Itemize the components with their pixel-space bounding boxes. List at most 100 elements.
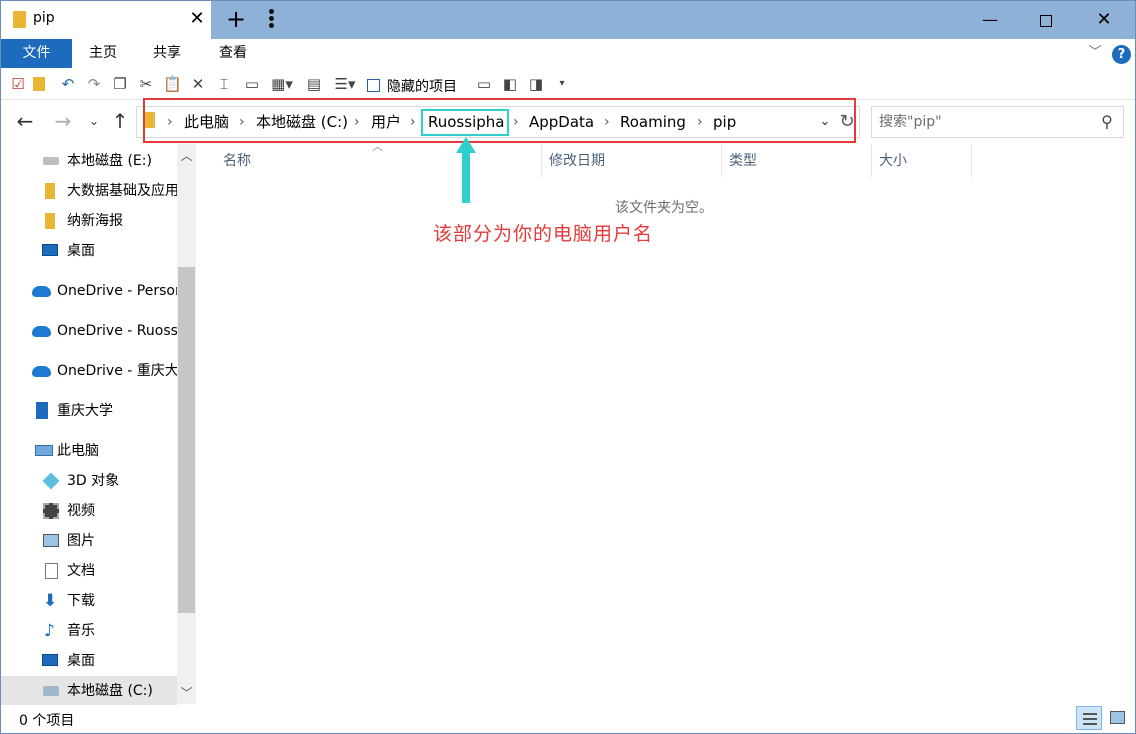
sidebar-item-downloads[interactable]: ⬇ 下载 bbox=[1, 586, 179, 616]
chevron-down-icon[interactable]: ﹀ bbox=[177, 683, 196, 703]
windows-drive-icon bbox=[43, 686, 59, 696]
large-icons-view-button[interactable] bbox=[1104, 706, 1130, 730]
cut-icon[interactable]: ✂ bbox=[137, 75, 155, 93]
group-by-icon[interactable]: ▤ bbox=[305, 75, 323, 93]
sidebar-item-label: 重庆大学 bbox=[57, 401, 113, 421]
forward-button[interactable]: → bbox=[51, 109, 75, 133]
sort-ascending-icon: ︿ bbox=[372, 138, 383, 154]
minimize-button[interactable]: — bbox=[967, 1, 1013, 39]
maximize-button[interactable] bbox=[1023, 1, 1069, 39]
sidebar-item-onedrive-ruossipha[interactable]: OneDrive - Ruossipha bbox=[1, 316, 179, 346]
navigation-pane-icon[interactable]: ◨ bbox=[527, 75, 545, 93]
select-all-icon[interactable]: ▭ bbox=[241, 75, 263, 93]
sidebar-item-label: 3D 对象 bbox=[67, 471, 119, 491]
folder-icon bbox=[13, 11, 26, 28]
details-view-icon-line bbox=[1083, 723, 1097, 725]
up-button[interactable]: ↑ bbox=[109, 109, 131, 133]
sidebar-item-label: 桌面 bbox=[67, 651, 95, 671]
onedrive-icon bbox=[32, 286, 51, 297]
tab-home[interactable]: 主页 bbox=[89, 39, 117, 68]
column-divider[interactable] bbox=[971, 144, 972, 177]
sidebar-item-big-data[interactable]: 大数据基础及应用 bbox=[1, 176, 179, 206]
sidebar-item-label: 大数据基础及应用 bbox=[67, 181, 179, 201]
tab-share[interactable]: 共享 bbox=[153, 39, 181, 68]
desktop-icon bbox=[42, 654, 58, 666]
chevron-down-icon[interactable]: ﹀ bbox=[1087, 45, 1103, 61]
onedrive-icon bbox=[32, 366, 51, 377]
back-button[interactable]: ← bbox=[13, 109, 37, 133]
sidebar-item-desktop[interactable]: 桌面 bbox=[1, 236, 179, 266]
sidebar-item-label: 下载 bbox=[67, 591, 95, 611]
undo-icon[interactable]: ↶ bbox=[59, 75, 77, 93]
annotation-arrow bbox=[462, 151, 470, 203]
sidebar-item-desktop-2[interactable]: 桌面 bbox=[1, 646, 179, 676]
sidebar-item-videos[interactable]: 视频 bbox=[1, 496, 179, 526]
sidebar-item-posters[interactable]: 纳新海报 bbox=[1, 206, 179, 236]
column-header-type[interactable]: 类型 bbox=[729, 151, 757, 171]
new-tab-button[interactable]: + bbox=[223, 6, 249, 32]
item-count: 0 个项目 bbox=[19, 710, 74, 730]
sidebar-item-3d-objects[interactable]: 3D 对象 bbox=[1, 466, 179, 496]
sidebar-item-label: 文档 bbox=[67, 561, 95, 581]
maximize-icon bbox=[1040, 15, 1052, 27]
sidebar-item-local-disk-e[interactable]: 本地磁盘 (E:) bbox=[1, 146, 179, 176]
hidden-items-checkbox[interactable] bbox=[367, 79, 380, 92]
folder-icon bbox=[45, 183, 55, 199]
close-tab-button[interactable]: ✕ bbox=[185, 7, 209, 31]
onedrive-icon bbox=[32, 326, 51, 337]
layout-icon[interactable]: ▦▾ bbox=[269, 75, 295, 93]
sidebar-item-cqu[interactable]: 重庆大学 bbox=[1, 396, 179, 426]
cube-icon bbox=[43, 473, 60, 490]
customize-toolbar-icon[interactable]: ▾ bbox=[553, 75, 571, 93]
picture-icon bbox=[43, 534, 59, 547]
rename-icon[interactable]: ⌶ bbox=[215, 75, 233, 93]
column-divider[interactable] bbox=[871, 144, 872, 177]
annotation-text: 该部分为你的电脑用户名 bbox=[433, 219, 653, 246]
search-icon[interactable]: ⚲ bbox=[1096, 111, 1118, 133]
more-options-icon[interactable] bbox=[267, 9, 275, 31]
sidebar-item-onedrive-personal[interactable]: OneDrive - Personal bbox=[1, 276, 179, 306]
new-folder-icon[interactable] bbox=[33, 77, 45, 91]
column-divider[interactable] bbox=[541, 144, 542, 177]
column-divider[interactable] bbox=[721, 144, 722, 177]
column-header-date-modified[interactable]: 修改日期 bbox=[549, 151, 605, 171]
sort-by-icon[interactable]: ☰▾ bbox=[331, 75, 359, 93]
sidebar-item-pictures[interactable]: 图片 bbox=[1, 526, 179, 556]
paste-icon[interactable]: 📋 bbox=[163, 75, 181, 93]
properties-icon[interactable]: ☑ bbox=[9, 75, 27, 93]
sidebar-item-label: 视频 bbox=[67, 501, 95, 521]
recent-locations-icon[interactable]: ⌄ bbox=[85, 111, 103, 131]
tab-view[interactable]: 查看 bbox=[219, 39, 247, 68]
search-input[interactable] bbox=[879, 112, 1089, 132]
preview-pane-icon[interactable]: ▭ bbox=[475, 75, 493, 93]
column-header-name[interactable]: 名称 bbox=[223, 151, 251, 171]
column-header-size[interactable]: 大小 bbox=[879, 151, 907, 171]
status-bar bbox=[1, 705, 1135, 733]
sidebar-item-label: 此电脑 bbox=[57, 441, 99, 461]
sidebar-item-documents[interactable]: 文档 bbox=[1, 556, 179, 586]
delete-icon[interactable]: ✕ bbox=[189, 75, 207, 93]
document-icon bbox=[45, 563, 58, 579]
folder-icon bbox=[45, 213, 55, 229]
sidebar-item-local-disk-c[interactable]: 本地磁盘 (C:) bbox=[1, 676, 177, 706]
help-button[interactable]: ? bbox=[1112, 45, 1131, 64]
sidebar-item-this-pc[interactable]: 此电脑 bbox=[1, 436, 179, 466]
chevron-up-icon[interactable]: ︿ bbox=[177, 146, 196, 166]
tab-file[interactable]: 文件 bbox=[1, 39, 72, 68]
large-icons-icon bbox=[1110, 711, 1125, 724]
tab-title: pip bbox=[33, 10, 55, 26]
sidebar-item-label: OneDrive - Personal bbox=[57, 281, 179, 301]
sidebar-item-onedrive-cqu[interactable]: OneDrive - 重庆大学 bbox=[1, 356, 179, 386]
details-view-button[interactable] bbox=[1076, 706, 1102, 730]
sidebar-item-label: 桌面 bbox=[67, 241, 95, 261]
hidden-items-label: 隐藏的项目 bbox=[387, 76, 457, 96]
copy-icon[interactable]: ❐ bbox=[111, 75, 129, 93]
sidebar-item-label: 本地磁盘 (C:) bbox=[67, 681, 153, 701]
redo-icon[interactable]: ↷ bbox=[85, 75, 103, 93]
sidebar-scrollbar-thumb[interactable] bbox=[178, 267, 195, 613]
music-icon: ♪ bbox=[44, 623, 60, 639]
close-window-button[interactable]: ✕ bbox=[1081, 1, 1127, 39]
sidebar-item-music[interactable]: ♪ 音乐 bbox=[1, 616, 179, 646]
sidebar-item-label: OneDrive - 重庆大学 bbox=[57, 361, 179, 381]
details-pane-icon[interactable]: ◧ bbox=[501, 75, 519, 93]
